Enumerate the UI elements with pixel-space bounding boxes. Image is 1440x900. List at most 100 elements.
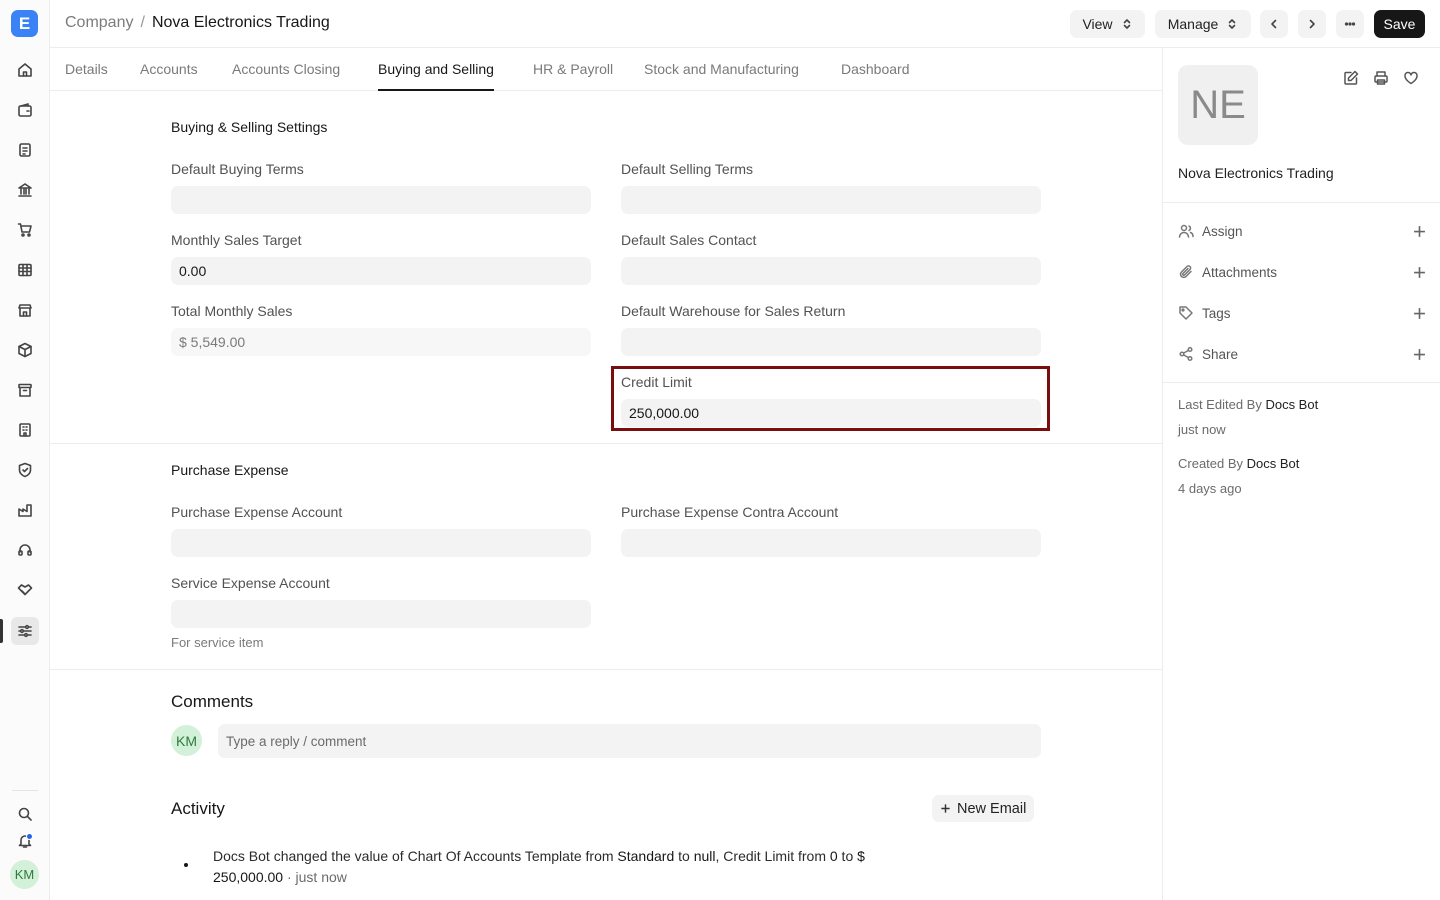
monthly-sales-target-field[interactable]: 0.00 [171, 257, 591, 285]
store-icon[interactable] [11, 296, 39, 324]
save-button[interactable]: Save [1374, 10, 1425, 38]
plus-icon [941, 804, 950, 813]
assign-label: Assign [1202, 223, 1243, 239]
tags-label: Tags [1202, 305, 1231, 321]
activity-new-value: null [693, 848, 716, 864]
record-sidebar: NE Nova Electronics Trading Assign Attac… [1163, 48, 1440, 900]
activity-old-value: Standard [617, 848, 675, 864]
shield-icon[interactable] [11, 456, 39, 484]
activity-actor[interactable]: Docs Bot [213, 848, 270, 864]
share-label: Share [1202, 346, 1239, 362]
section-title-purchase-expense: Purchase Expense [171, 462, 289, 478]
user-avatar[interactable]: KM [10, 860, 39, 889]
last-edited-user[interactable]: Docs Bot [1265, 397, 1318, 412]
form-body: Buying & Selling Settings Default Buying… [50, 91, 1162, 900]
bank-icon[interactable] [11, 176, 39, 204]
purchase-expense-contra-account-field[interactable] [621, 529, 1041, 557]
search-icon[interactable] [11, 800, 39, 828]
created-user[interactable]: Docs Bot [1247, 456, 1300, 471]
package-icon[interactable] [11, 336, 39, 364]
handshake-icon[interactable] [11, 576, 39, 604]
user-icon [1178, 223, 1194, 239]
cart-icon[interactable] [11, 216, 39, 244]
comments-title: Comments [171, 692, 254, 711]
paperclip-icon [1178, 264, 1194, 280]
created-by: Created By Docs Bot [1178, 456, 1299, 471]
comment-avatar: KM [171, 725, 202, 756]
activity-title: Activity [171, 799, 225, 818]
headset-icon[interactable] [11, 536, 39, 564]
default-buying-terms-label: Default Buying Terms [171, 161, 304, 177]
tab-accounts-closing[interactable]: Accounts Closing [232, 61, 340, 77]
table-icon[interactable] [11, 256, 39, 284]
settings-sliders-icon[interactable] [11, 617, 39, 645]
archive-icon[interactable] [11, 376, 39, 404]
document-icon[interactable] [11, 136, 39, 164]
tab-stock-and-manufacturing[interactable]: Stock and Manufacturing [644, 61, 799, 77]
breadcrumb: Company / Nova Electronics Trading [65, 14, 330, 32]
more-actions-button[interactable] [1336, 10, 1364, 38]
heart-icon[interactable] [1403, 70, 1419, 86]
tab-dashboard[interactable]: Dashboard [841, 61, 910, 77]
manage-button[interactable]: Manage [1155, 10, 1251, 38]
last-edited-time: just now [1178, 422, 1226, 437]
chevron-left-icon [1271, 19, 1277, 29]
service-expense-account-field[interactable] [171, 600, 591, 628]
plus-icon[interactable] [1413, 266, 1426, 279]
created-time: 4 days ago [1178, 481, 1242, 496]
purchase-expense-contra-account-label: Purchase Expense Contra Account [621, 504, 839, 520]
previous-record-button[interactable] [1260, 10, 1288, 38]
purchase-expense-account-label: Purchase Expense Account [171, 504, 343, 520]
factory-icon[interactable] [11, 496, 39, 524]
next-record-button[interactable] [1298, 10, 1326, 38]
page-header: Company / Nova Electronics Trading View … [50, 0, 1440, 48]
company-avatar[interactable]: NE [1178, 65, 1258, 145]
attachments-label: Attachments [1202, 264, 1278, 280]
tag-icon [1178, 305, 1194, 321]
active-indicator [0, 619, 3, 643]
notification-dot [26, 833, 33, 840]
attachments-action[interactable]: Attachments [1178, 262, 1426, 282]
app-sidebar-rail: E KM [0, 0, 50, 900]
assign-action[interactable]: Assign [1178, 221, 1426, 241]
new-email-label: New Email [957, 800, 1027, 817]
default-warehouse-sales-return-field[interactable] [621, 328, 1041, 356]
share-action[interactable]: Share [1178, 344, 1426, 364]
wallet-icon[interactable] [11, 96, 39, 124]
created-prefix: Created By [1178, 456, 1247, 471]
total-monthly-sales-label: Total Monthly Sales [171, 303, 293, 319]
plus-icon[interactable] [1413, 348, 1426, 361]
purchase-expense-account-field[interactable] [171, 529, 591, 557]
app-logo[interactable]: E [11, 10, 38, 37]
new-email-button[interactable]: New Email [932, 795, 1035, 822]
building-icon[interactable] [11, 416, 39, 444]
plus-icon[interactable] [1413, 225, 1426, 238]
monthly-sales-target-label: Monthly Sales Target [171, 232, 302, 248]
default-sales-contact-field[interactable] [621, 257, 1041, 285]
breadcrumb-separator: / [140, 14, 145, 31]
form-tabs: Details Accounts Accounts Closing Buying… [50, 48, 1162, 91]
last-edited-prefix: Last Edited By [1178, 397, 1266, 412]
section-title-buying-selling: Buying & Selling Settings [171, 119, 328, 135]
sidebar-divider-line [1163, 382, 1440, 383]
comment-input[interactable]: Type a reply / comment [218, 724, 1041, 758]
tab-accounts[interactable]: Accounts [140, 61, 198, 77]
tab-details[interactable]: Details [65, 61, 108, 77]
activity-time: · just now [283, 869, 347, 885]
plus-icon[interactable] [1413, 307, 1426, 320]
print-icon[interactable] [1373, 70, 1389, 86]
tab-hr-payroll[interactable]: HR & Payroll [533, 61, 613, 77]
bell-icon[interactable] [11, 827, 39, 855]
share-icon [1178, 346, 1194, 362]
default-buying-terms-field[interactable] [171, 186, 591, 214]
total-monthly-sales-field: $ 5,549.00 [171, 328, 591, 356]
view-button[interactable]: View [1070, 10, 1145, 38]
tab-buying-and-selling[interactable]: Buying and Selling [378, 61, 494, 91]
breadcrumb-parent[interactable]: Company [65, 14, 133, 32]
edit-icon[interactable] [1343, 70, 1359, 86]
default-selling-terms-field[interactable] [621, 186, 1041, 214]
chevron-right-icon [1309, 19, 1315, 29]
home-icon[interactable] [11, 56, 39, 84]
last-edited-by: Last Edited By Docs Bot [1178, 397, 1318, 412]
tags-action[interactable]: Tags [1178, 303, 1426, 323]
